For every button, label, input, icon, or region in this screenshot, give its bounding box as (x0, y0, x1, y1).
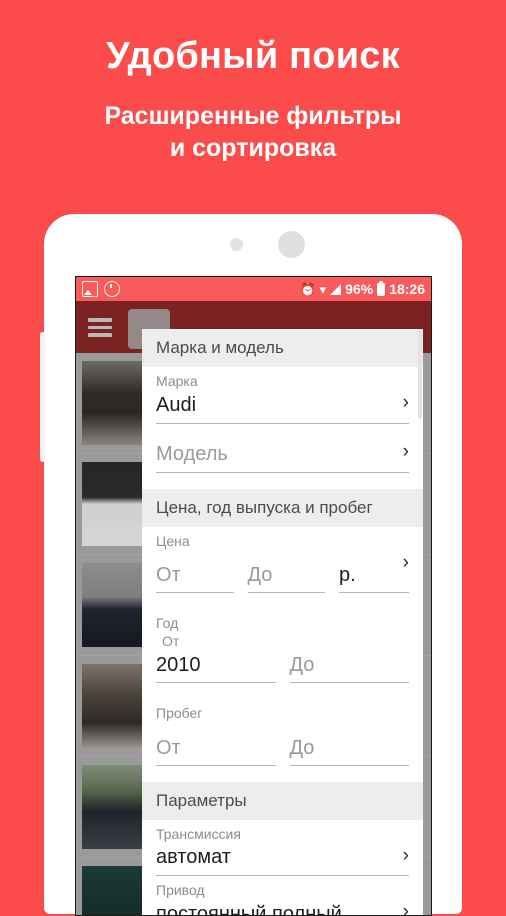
field-underline (156, 471, 409, 473)
status-bar-system: ⏰ ▾ 96% 18:26 (299, 280, 425, 297)
promo-subtitle-line-2: и сортировка (169, 133, 337, 162)
field-transmission[interactable]: Трансмиссия автомат › (142, 820, 423, 877)
picture-icon (82, 281, 98, 297)
field-underline (156, 592, 234, 593)
promo-subtitle: Расширенные фильтры и сортировка (0, 100, 506, 164)
field-underline (339, 592, 409, 593)
field-drivetrain-label: Привод (156, 882, 205, 899)
field-price-currency[interactable]: р. (339, 559, 409, 593)
alarm-icon: ⏰ (299, 281, 316, 297)
field-price-group: Цена (142, 527, 423, 551)
field-drivetrain[interactable]: Привод постоянный полный › (142, 876, 423, 915)
mileage-range-row: От До (142, 732, 423, 766)
field-mileage-from-placeholder: От (156, 736, 181, 759)
field-underline (156, 422, 409, 424)
field-price-to-placeholder: До (247, 564, 273, 586)
device-screen: ⏰ ▾ 96% 18:26 Марка и модель Марка Audi … (75, 276, 432, 916)
battery-percent-label: 96% (345, 281, 374, 297)
signal-icon (330, 283, 342, 295)
field-underline (289, 764, 409, 766)
section-header-parameters: Параметры (142, 781, 423, 820)
field-mileage-group: Пробег (142, 699, 423, 723)
field-price-label: Цена (156, 532, 190, 549)
field-underline (289, 682, 409, 684)
section-header-brand-model: Марка и модель (142, 329, 423, 367)
hamburger-menu-icon[interactable] (88, 318, 112, 337)
price-range-row: От До р. › (142, 553, 423, 593)
volume-button[interactable] (40, 332, 45, 462)
battery-icon (377, 280, 386, 296)
field-brand-label: Марка (156, 373, 198, 389)
field-price-to[interactable]: До (247, 559, 325, 593)
field-model[interactable]: Модель › (142, 440, 423, 473)
promo-title: Удобный поиск (106, 35, 400, 77)
field-underline (156, 682, 276, 684)
field-drivetrain-value: постоянный полный (156, 902, 342, 915)
status-bar-notifications (82, 281, 120, 297)
field-mileage-to[interactable]: До (289, 732, 409, 766)
chevron-right-icon[interactable]: › (403, 393, 409, 412)
field-year-from-label: От (162, 632, 180, 649)
field-transmission-value: автомат (156, 846, 231, 869)
field-underline (156, 764, 276, 766)
field-price-from[interactable]: От (156, 559, 234, 593)
chevron-right-icon[interactable]: › (403, 846, 409, 865)
field-underline (247, 592, 325, 593)
field-brand-value: Audi (156, 393, 197, 416)
earpiece-speaker (278, 231, 305, 258)
field-mileage-from[interactable]: От (156, 732, 276, 766)
field-model-placeholder: Модель (156, 442, 228, 465)
section-header-price-year-mileage: Цена, год выпуска и пробег (142, 488, 423, 527)
front-camera-icon (230, 238, 243, 251)
field-year-from-value: 2010 (156, 654, 201, 677)
field-year-to-placeholder: До (289, 654, 315, 677)
field-transmission-label: Трансмиссия (156, 825, 241, 842)
field-year-group: Год От (142, 609, 423, 649)
chevron-right-icon[interactable]: › (403, 902, 409, 915)
field-price-currency-value: р. (339, 564, 356, 586)
field-brand[interactable]: Марка Audi › (142, 367, 423, 424)
wifi-icon: ▾ (319, 281, 327, 297)
field-year-from[interactable]: 2010 (156, 649, 276, 684)
status-bar: ⏰ ▾ 96% 18:26 (76, 277, 431, 301)
filter-panel: Марка и модель Марка Audi › Модель › Цен… (142, 329, 423, 915)
clock-label: 18:26 (389, 281, 425, 297)
year-range-row: 2010 До (142, 649, 423, 684)
field-mileage-label: Пробег (156, 705, 203, 722)
field-price-from-placeholder: От (156, 564, 181, 586)
field-year-label: Год (156, 615, 179, 631)
field-mileage-to-placeholder: До (289, 736, 315, 759)
promo-banner: Удобный поиск Расширенные фильтры и сорт… (0, 0, 506, 164)
phone-mockup: ⏰ ▾ 96% 18:26 Марка и модель Марка Audi … (40, 214, 462, 916)
chevron-right-icon[interactable]: › (403, 553, 409, 572)
alarm-clock-icon (104, 281, 120, 297)
field-year-to[interactable]: До (289, 649, 409, 684)
chevron-right-icon[interactable]: › (403, 442, 409, 461)
promo-subtitle-line-1: Расширенные фильтры (104, 101, 402, 130)
